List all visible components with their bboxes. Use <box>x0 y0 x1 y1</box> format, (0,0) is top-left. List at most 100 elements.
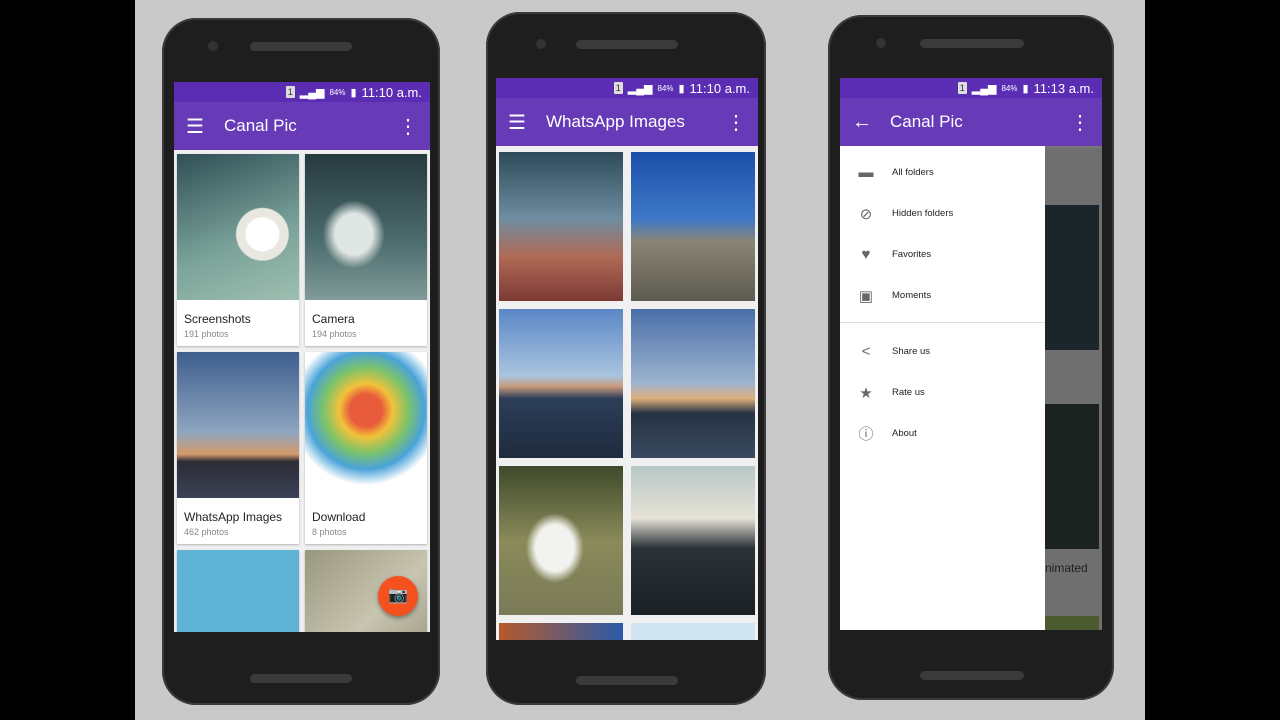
status-bar: 1 ▂▄▆ 84% ▮ 11:13 a.m. <box>840 78 1102 98</box>
more-vert-icon[interactable]: ⋮ <box>1070 110 1090 135</box>
album-card[interactable]: Camera 194 photos <box>305 154 427 346</box>
front-camera <box>208 41 218 51</box>
battery-icon: ▮ <box>1022 82 1029 95</box>
photo-grid <box>496 146 758 640</box>
star-icon: ★ <box>859 384 873 402</box>
share-icon: < <box>861 343 871 360</box>
app-title: WhatsApp Images <box>546 112 685 131</box>
photo[interactable] <box>499 466 623 615</box>
drawer-item-label: Rate us <box>892 387 925 398</box>
photo[interactable] <box>631 152 755 301</box>
info-icon: ⓘ <box>858 426 874 443</box>
album-thumbnail <box>1045 616 1099 630</box>
clock: 11:10 a.m. <box>361 84 422 100</box>
album-thumbnail <box>177 154 299 300</box>
album-count: 8 photos <box>312 527 347 537</box>
photo[interactable] <box>631 309 755 458</box>
speaker <box>250 42 352 51</box>
drawer-item-favorites[interactable]: ♥ Favorites <box>840 234 1045 275</box>
signal-icon: ▂▄▆ <box>971 82 997 95</box>
heart-icon: ♥ <box>861 246 871 263</box>
sim-icon: 1 <box>613 82 623 94</box>
app-title: Canal Pic <box>890 112 963 131</box>
folder-icon: ▬ <box>858 164 874 181</box>
photo[interactable] <box>631 623 755 640</box>
album-name: Screenshots <box>184 312 251 326</box>
drawer-item-all-folders[interactable]: ▬ All folders <box>840 152 1045 193</box>
drawer-item-moments[interactable]: ▣ Moments <box>840 275 1045 316</box>
photo[interactable] <box>499 623 623 640</box>
album-name: nimated <box>1045 561 1088 575</box>
battery-level: 84% <box>1001 83 1018 93</box>
calendar-icon: ▣ <box>858 287 874 305</box>
bottom-speaker <box>576 676 678 685</box>
drawer-item-label: Moments <box>892 290 932 301</box>
album-count: 462 photos <box>184 527 229 537</box>
album-thumbnail <box>177 550 299 632</box>
screen: 1 ▂▄▆ 84% ▮ 11:10 a.m. ☰ Canal Pic ⋮ Screens… <box>174 82 430 632</box>
sim-icon: 1 <box>285 86 295 98</box>
drawer-item-hidden-folders[interactable]: ⊘ Hidden folders <box>840 193 1045 234</box>
drawer-item-label: Share us <box>892 346 931 357</box>
phone-2: 1 ▂▄▆ 84% ▮ 11:10 a.m. ☰ WhatsApp Images ⋮ <box>486 12 766 705</box>
battery-level: 84% <box>657 83 674 93</box>
album-thumbnail <box>305 154 427 300</box>
more-vert-icon[interactable]: ⋮ <box>726 110 746 135</box>
album-name: Camera <box>312 312 355 326</box>
album-thumbnail <box>177 352 299 498</box>
clock: 11:13 a.m. <box>1033 80 1094 96</box>
screen: nimated 1 ▂▄▆ 84% ▮ 11:13 a.m. ← Canal Pic ⋮… <box>840 78 1102 630</box>
album-name: WhatsApp Images <box>184 510 283 524</box>
divider <box>840 322 1045 323</box>
battery-icon: ▮ <box>678 82 685 95</box>
front-camera <box>536 39 546 49</box>
drawer-item-label: About <box>892 428 917 439</box>
speaker <box>576 40 678 49</box>
battery-icon: ▮ <box>350 86 357 99</box>
drawer-item-label: Favorites <box>892 249 932 260</box>
status-bar: 1 ▂▄▆ 84% ▮ 11:10 a.m. <box>496 78 758 98</box>
scrim[interactable]: nimated <box>1045 148 1102 630</box>
album-card[interactable]: Screenshots 191 photos <box>177 154 299 346</box>
navigation-drawer: ▬ All folders ⊘ Hidden folders ♥ Favorites … <box>840 146 1045 630</box>
album-card[interactable]: WhatsApp Images 462 photos <box>177 352 299 544</box>
drawer-item-label: Hidden folders <box>892 208 954 219</box>
photo[interactable] <box>499 309 623 458</box>
drawer-item-rate-us[interactable]: ★ Rate us <box>840 372 1045 413</box>
status-bar: 1 ▂▄▆ 84% ▮ 11:10 a.m. <box>174 82 430 102</box>
album-card[interactable] <box>177 550 299 632</box>
bottom-speaker <box>250 674 352 683</box>
drawer-item-about[interactable]: ⓘ About <box>840 413 1045 454</box>
toolbar: ☰ WhatsApp Images ⋮ <box>496 98 758 146</box>
screen: 1 ▂▄▆ 84% ▮ 11:10 a.m. ☰ WhatsApp Images ⋮ <box>496 78 758 640</box>
album-count: 194 photos <box>312 329 357 339</box>
app-title: Canal Pic <box>224 116 297 135</box>
bottom-speaker <box>920 671 1024 680</box>
album-grid: Screenshots 191 photos Camera 194 photos W… <box>174 150 430 632</box>
signal-icon: ▂▄▆ <box>627 82 653 95</box>
hamburger-icon[interactable]: ☰ <box>186 114 222 139</box>
photo[interactable] <box>631 466 755 615</box>
phone-3: nimated 1 ▂▄▆ 84% ▮ 11:13 a.m. ← Canal Pic ⋮… <box>828 15 1114 700</box>
album-count: 191 photos <box>184 329 229 339</box>
more-vert-icon[interactable]: ⋮ <box>398 114 418 139</box>
drawer-item-share-us[interactable]: < Share us <box>840 331 1045 372</box>
speaker <box>920 39 1024 48</box>
photo[interactable] <box>499 152 623 301</box>
album-thumbnail <box>1045 205 1099 350</box>
clock: 11:10 a.m. <box>689 80 750 96</box>
sim-icon: 1 <box>957 82 967 94</box>
signal-icon: ▂▄▆ <box>299 86 325 99</box>
toolbar: ← Canal Pic ⋮ <box>840 98 1102 146</box>
album-card[interactable]: Download 8 photos <box>305 352 427 544</box>
drawer-item-label: All folders <box>892 167 934 178</box>
camera-fab[interactable]: 📷 <box>378 576 418 616</box>
album-thumbnail <box>305 352 427 498</box>
toolbar: ☰ Canal Pic ⋮ <box>174 102 430 150</box>
eye-off-icon: ⊘ <box>859 205 873 223</box>
album-thumbnail <box>1045 404 1099 549</box>
arrow-back-icon[interactable]: ← <box>852 111 888 134</box>
hamburger-icon[interactable]: ☰ <box>508 110 544 135</box>
album-name: Download <box>312 510 366 524</box>
front-camera <box>876 38 886 48</box>
